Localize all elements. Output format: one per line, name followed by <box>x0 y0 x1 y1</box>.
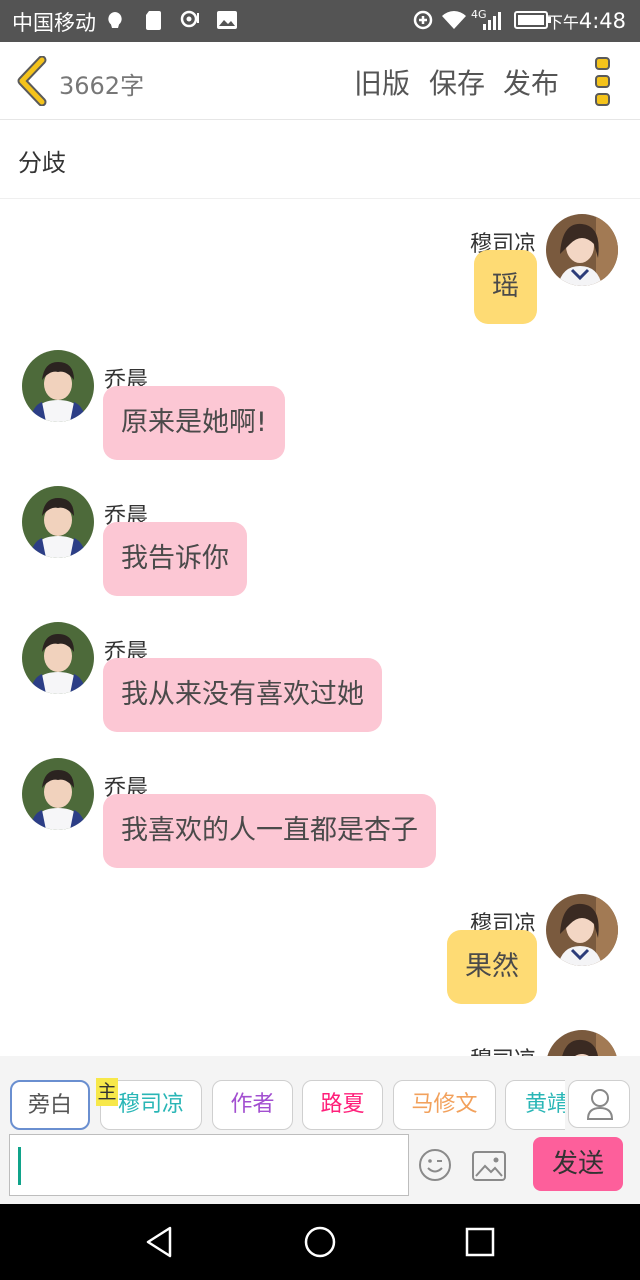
avatar[interactable] <box>22 758 94 830</box>
character-selector[interactable]: 旁白 穆司凉 作者 路夏 马修文 黄靖 主 <box>0 1078 565 1130</box>
nav-home-icon[interactable] <box>302 1224 338 1260</box>
character-chip[interactable]: 黄靖 <box>505 1080 565 1130</box>
chat-scroll-area[interactable]: 穆司凉 瑶 乔晨 原来是她啊! 乔晨 我告诉你 乔晨 我从来没有喜欢过她 乔晨 … <box>0 200 640 1056</box>
save-button[interactable]: 保存 <box>429 62 485 102</box>
character-chip[interactable]: 马修文 <box>393 1080 496 1130</box>
more-menu-icon[interactable] <box>594 56 614 108</box>
bulb-notification-icon <box>108 12 122 28</box>
avatar[interactable] <box>22 350 94 422</box>
old-version-button[interactable]: 旧版 <box>354 62 410 102</box>
message-bubble[interactable]: 我喜欢的人一直都是杏子 <box>103 794 436 868</box>
nav-recents-icon[interactable] <box>462 1224 498 1260</box>
avatar[interactable] <box>546 214 618 286</box>
publish-button[interactable]: 发布 <box>503 62 559 102</box>
wifi-icon <box>442 11 466 29</box>
system-nav-bar <box>0 1204 640 1280</box>
person-icon <box>586 1089 614 1120</box>
carrier-name: 中国移动 <box>12 11 96 35</box>
message-input[interactable] <box>9 1134 409 1196</box>
send-button[interactable]: 发送 <box>533 1137 623 1191</box>
chapter-title: 分歧 <box>18 149 66 177</box>
avatar[interactable] <box>22 622 94 694</box>
composer-panel: 旁白 穆司凉 作者 路夏 马修文 黄靖 主 发送 <box>0 1056 640 1204</box>
data-saver-icon <box>413 10 433 30</box>
nav-back-icon[interactable] <box>142 1224 178 1260</box>
text-cursor <box>18 1147 21 1185</box>
sender-name: 穆司凉 <box>470 1042 536 1056</box>
location-notification-icon <box>180 10 199 28</box>
chapter-title-row[interactable]: 分歧 <box>0 121 640 199</box>
status-bar: 中国移动 4G 下午4:48 <box>0 0 640 42</box>
message-bubble[interactable]: 果然 <box>447 930 537 1004</box>
gallery-notification-icon <box>217 11 237 29</box>
signal-icon <box>483 12 501 30</box>
clock: 下午4:48 <box>546 9 626 33</box>
image-icon[interactable] <box>472 1151 506 1181</box>
avatar[interactable] <box>546 1030 618 1056</box>
emoji-icon[interactable] <box>418 1148 452 1182</box>
main-character-tag: 主 <box>96 1078 118 1106</box>
sd-card-icon <box>146 11 161 30</box>
message-bubble[interactable]: 原来是她啊! <box>103 386 285 460</box>
avatar[interactable] <box>22 486 94 558</box>
character-chip[interactable]: 作者 <box>212 1080 293 1130</box>
character-chip[interactable]: 路夏 <box>302 1080 383 1130</box>
back-icon[interactable] <box>14 56 50 106</box>
message-bubble[interactable]: 我告诉你 <box>103 522 247 596</box>
manage-characters-button[interactable] <box>568 1080 630 1128</box>
message-bubble[interactable]: 我从来没有喜欢过她 <box>103 658 382 732</box>
character-chip[interactable]: 旁白 <box>10 1080 90 1130</box>
avatar[interactable] <box>546 894 618 966</box>
word-count: 3662字 <box>59 72 145 100</box>
message-bubble[interactable]: 瑶 <box>474 250 537 324</box>
editor-header: 3662字 旧版 保存 发布 <box>0 42 640 120</box>
